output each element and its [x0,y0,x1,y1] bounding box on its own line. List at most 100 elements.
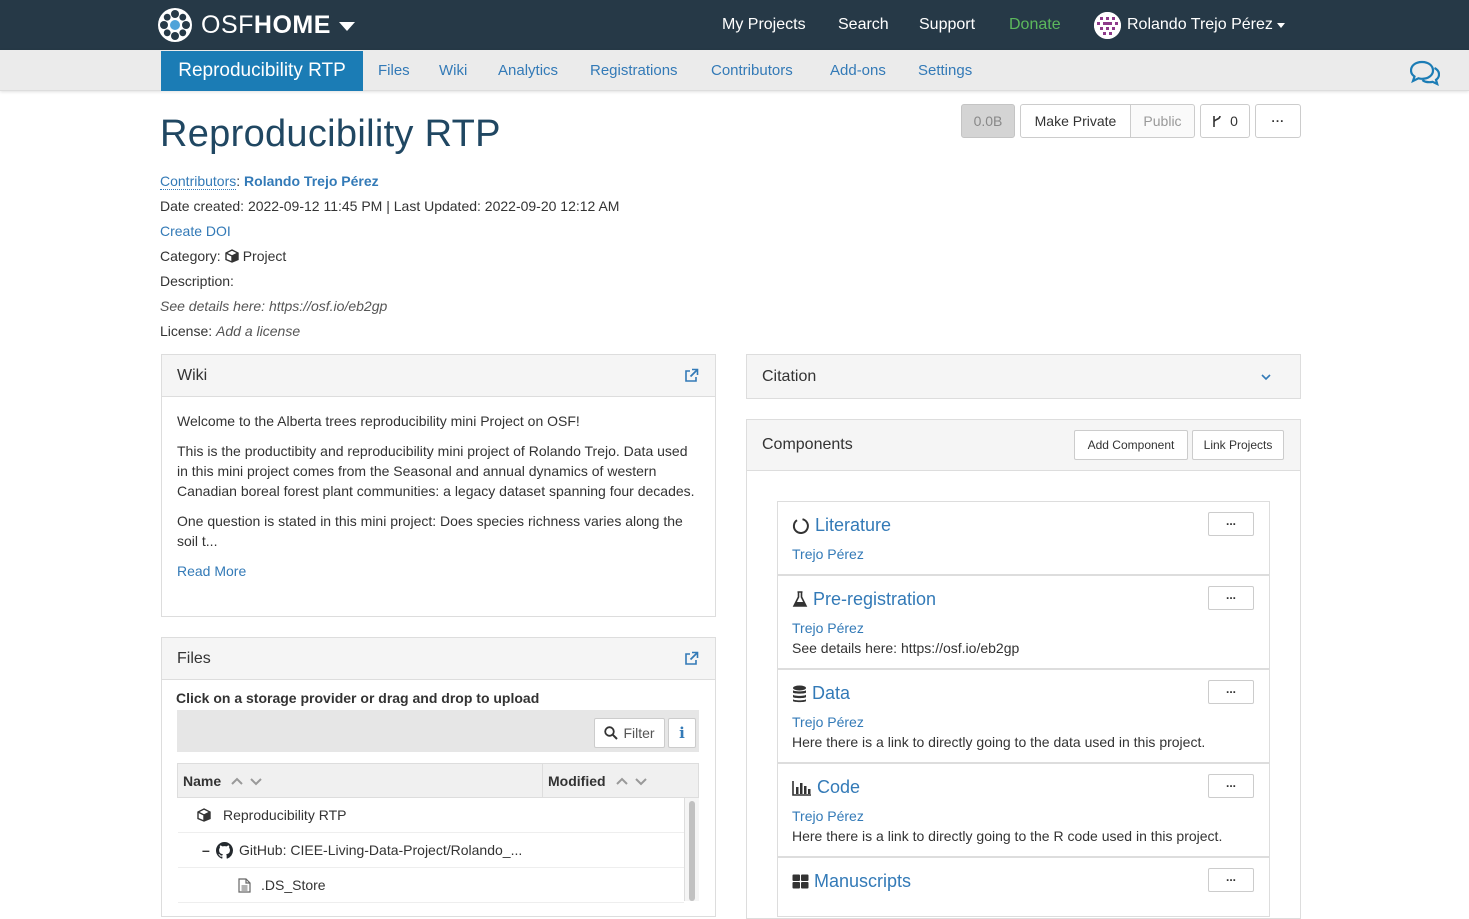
nav-donate[interactable]: Donate [1009,0,1061,50]
cube-icon [197,808,211,822]
license-line: License: Add a license [160,323,300,339]
contributor-link[interactable]: Rolando Trejo Pérez [244,173,379,189]
component-title[interactable]: Literature [792,515,891,536]
citation-panel[interactable]: Citation [746,354,1301,399]
filter-button[interactable]: Filter [594,718,665,748]
brand-text: OSFHOME [201,10,331,39]
ellipsis-icon: ... [1225,870,1236,884]
file-icon [238,877,251,893]
tab-registrations[interactable]: Registrations [590,50,678,91]
ellipsis-icon: ... [1225,514,1236,528]
tab-project-home[interactable]: Reproducibility RTP [161,51,363,91]
chevron-down-icon[interactable] [1260,373,1272,381]
tab-contributors[interactable]: Contributors [711,50,793,91]
make-private-button[interactable]: Make Private [1020,104,1131,138]
contributors-link[interactable]: Contributors [160,173,237,190]
component-card-literature[interactable]: Literature Trejo Pérez ... [777,501,1270,575]
ellipsis-icon: ... [1271,111,1285,125]
component-card-manuscripts[interactable]: Manuscripts ... [777,857,1270,917]
more-options-button[interactable]: ... [1255,104,1301,138]
brand-caret-down-icon[interactable] [338,22,355,31]
info-button[interactable]: i [668,718,696,748]
date-info: Date created: 2022-09-12 11:45 PM | Last… [160,198,620,214]
public-button[interactable]: Public [1130,104,1195,138]
component-title-text: Data [812,683,851,703]
tab-settings[interactable]: Settings [918,50,972,91]
component-card-code[interactable]: Code Trejo Pérez Here there is a link to… [777,763,1270,857]
component-title[interactable]: Data [792,683,850,704]
external-link-icon[interactable] [684,368,699,383]
user-menu[interactable]: Rolando Trejo Pérez [1094,10,1285,40]
add-license-link[interactable]: Add a license [216,323,300,339]
wiki-content: Welcome to the Alberta trees reproducibi… [177,411,697,581]
sort-icon[interactable] [615,775,650,787]
component-options-button[interactable]: ... [1208,774,1254,798]
files-panel-title: Files [177,649,211,667]
read-more-link[interactable]: Read More [177,563,246,579]
component-card-pre-registration[interactable]: Pre-registration Trejo Pérez See details… [777,575,1270,669]
column-name-label: Name [183,772,222,789]
scrollbar-thumb[interactable] [689,801,695,901]
database-icon [793,685,806,702]
component-title[interactable]: Pre-registration [792,589,936,610]
component-options-button[interactable]: ... [1208,512,1254,536]
comments-icon[interactable] [1410,60,1440,86]
sort-icon[interactable] [231,775,265,787]
contributors-line: Contributors: Rolando Trejo Pérez [160,173,379,190]
table-row[interactable]: .DS_Store [178,868,684,903]
column-header-name[interactable]: Name [177,763,543,798]
table-row[interactable]: – GitHub: CIEE-Living-Data-Project/Rolan… [178,833,684,868]
files-scrollbar[interactable] [684,798,699,901]
fork-icon [1213,115,1221,127]
fork-count: 0 [1230,113,1238,129]
cube-icon [225,249,239,263]
create-doi-link[interactable]: Create DOI [160,223,231,239]
component-title[interactable]: Code [792,777,860,798]
component-author[interactable]: Trejo Pérez [792,620,864,636]
osf-home-brand[interactable]: OSFHOME [157,7,355,43]
component-description: Here there is a link to directly going t… [792,734,1206,750]
tab-wiki[interactable]: Wiki [439,50,467,91]
component-title[interactable]: Manuscripts [792,871,911,892]
component-author[interactable]: Trejo Pérez [792,714,864,730]
category-value: Project [242,248,287,264]
create-doi-text[interactable]: Create DOI [160,223,231,239]
component-options-button[interactable]: ... [1208,680,1254,704]
upload-instruction: Click on a storage provider or drag and … [176,690,540,706]
add-component-button[interactable]: Add Component [1074,430,1188,460]
user-caret-icon [1276,22,1285,28]
tab-add-ons[interactable]: Add-ons [830,50,886,91]
license-label: License: [160,323,213,339]
external-link-icon[interactable] [684,651,699,666]
nav-my-projects[interactable]: My Projects [722,0,806,50]
table-row[interactable]: Reproducibility RTP [178,798,684,833]
fork-button[interactable]: 0 [1200,104,1250,138]
filter-label: Filter [623,725,655,741]
wiki-paragraph: This is the productibity and reproducibi… [177,443,695,499]
citation-panel-header[interactable]: Citation [747,355,1300,398]
ellipsis-icon: ... [1225,776,1236,790]
component-card-data[interactable]: Data Trejo Pérez Here there is a link to… [777,669,1270,763]
nav-support[interactable]: Support [919,0,975,50]
component-author[interactable]: Trejo Pérez [792,546,864,562]
tab-analytics[interactable]: Analytics [498,50,558,91]
ellipsis-icon: ... [1225,588,1236,602]
component-title-text: Pre-registration [813,589,937,609]
ellipsis-icon: ... [1225,682,1236,696]
component-options-button[interactable]: ... [1208,868,1254,892]
category-label: Category: [160,248,221,264]
category-line: Category: Project [160,248,286,264]
top-navbar: OSFHOME My Projects Search Support Donat… [0,0,1469,50]
component-author[interactable]: Trejo Pérez [792,808,864,824]
tab-files[interactable]: Files [378,50,410,91]
nav-search[interactable]: Search [838,0,889,50]
osf-logo-icon [158,8,192,42]
wiki-panel-header: Wiki [162,355,715,397]
link-projects-button[interactable]: Link Projects [1192,430,1284,460]
component-description: Here there is a link to directly going t… [792,828,1223,844]
column-modified-label: Modified [548,772,606,789]
component-options-button[interactable]: ... [1208,586,1254,610]
collapse-icon[interactable]: – [202,842,214,858]
column-header-modified[interactable]: Modified [542,763,699,798]
flask-icon [792,591,808,607]
